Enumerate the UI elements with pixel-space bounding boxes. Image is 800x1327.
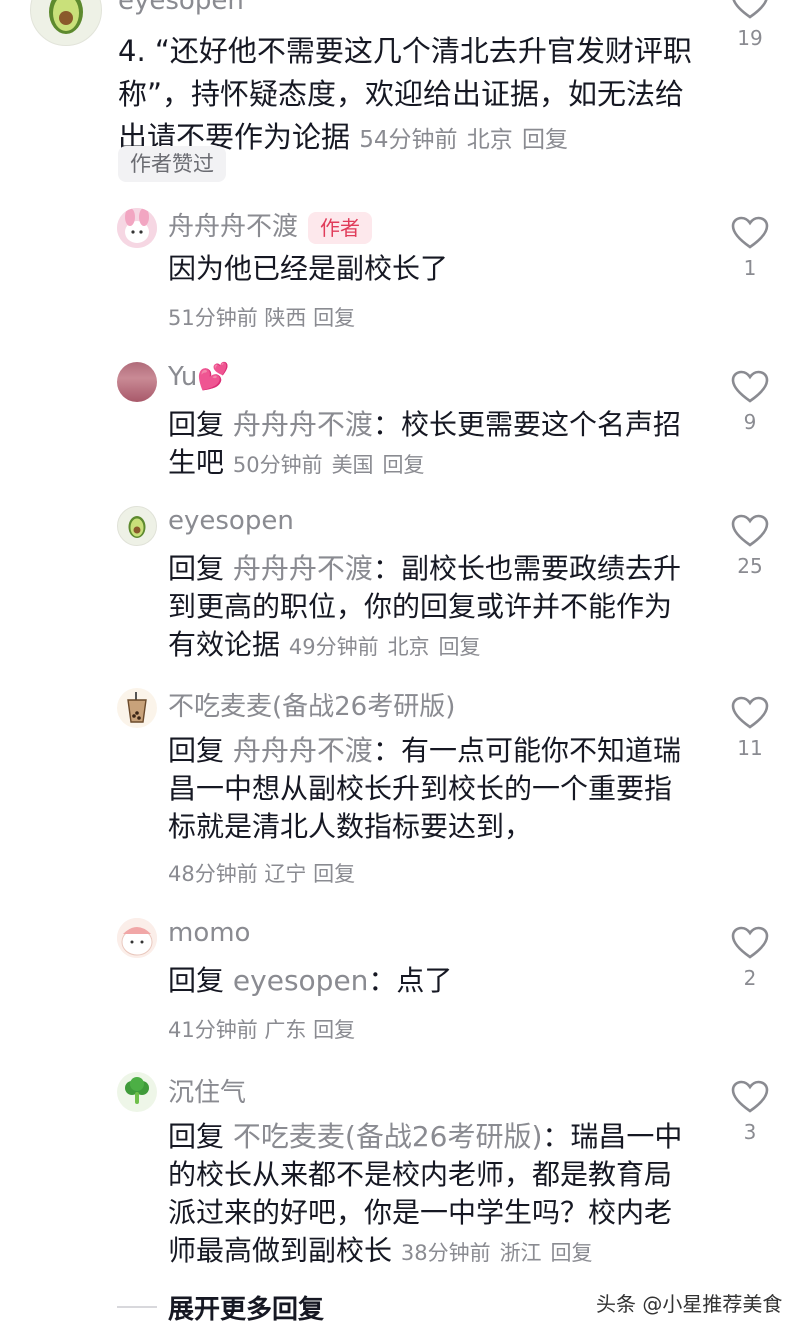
reply-username[interactable]: 舟舟舟不渡 作者 [168,206,373,244]
like-count: 9 [743,410,757,434]
reply-target-user[interactable]: 舟舟舟不渡 [233,552,373,585]
like-count: 1 [743,256,757,280]
reply-time: 38分钟前 [400,1241,491,1265]
expand-more-replies-button[interactable]: 展开更多回复 [168,1289,324,1326]
reply-body: ：点了 [368,964,453,997]
reply-time: 50分钟前 [232,453,323,477]
comment-location: 北京 [466,127,513,153]
divider [117,1306,157,1308]
like-button[interactable]: 9 [720,370,780,434]
heart-icon [731,514,769,547]
reply-time: 49分钟前 [288,635,379,659]
like-count: 25 [737,554,763,578]
reply-text: 回复 不吃麦麦(备战26考研版)：瑞昌一中的校长从来都不是校内老师，都是教育局派… [168,1118,698,1272]
reply-prefix: 回复 [168,552,225,585]
reply-location: 辽宁 [264,862,307,886]
reply-target-user[interactable]: 舟舟舟不渡 [233,408,373,441]
comment-time: 54分钟前 [359,127,458,153]
like-button[interactable]: 2 [720,926,780,990]
reply-location: 美国 [331,453,374,477]
reply-target-user[interactable]: 舟舟舟不渡 [233,734,373,767]
heart-icon [731,1080,769,1113]
reply-meta: 41分钟前 广东 回复 [168,1014,355,1044]
watermark: 头条 @小星推荐美食 [596,1292,783,1316]
heart-icon [731,370,769,403]
reply-button[interactable]: 回复 [313,862,355,886]
reply-prefix: 回复 [168,734,225,767]
reply-location: 陕西 [264,306,307,330]
reply-meta: 51分钟前 陕西 回复 [168,302,355,332]
reply-location: 浙江 [499,1241,542,1265]
reply-button[interactable]: 回复 [522,127,568,153]
reply-meta: 48分钟前 辽宁 回复 [168,858,355,888]
reply-text: 回复 舟舟舟不渡：副校长也需要政绩去升到更高的职位，你的回复或许并不能作为有效论… [168,550,698,666]
reply-text: 回复 舟舟舟不渡：校长更需要这个名声招生吧 50分钟前 美国 回复 [168,406,698,484]
reply-target-user[interactable]: 不吃麦麦(备战26考研版) [233,1120,542,1153]
avatar[interactable] [117,688,157,728]
reply-username[interactable]: momo [168,918,250,948]
like-button[interactable]: 1 [720,216,780,280]
like-count: 19 [737,26,763,50]
like-count: 3 [743,1120,757,1144]
reply-button[interactable]: 回复 [438,635,480,659]
reply-username[interactable]: 不吃麦麦(备战26考研版) [168,686,455,723]
like-button[interactable]: 11 [720,696,780,760]
heart-icon [731,926,769,959]
reply-text: 回复 eyesopen：点了 [168,962,698,1000]
avatar[interactable] [117,208,157,248]
reply-username[interactable]: eyesopen [168,506,294,536]
reply-time: 48分钟前 [168,862,258,886]
reply-username-text[interactable]: 舟舟舟不渡 [168,212,298,242]
avatar[interactable] [30,0,102,46]
author-tag: 作者 [308,211,373,244]
reply-time: 41分钟前 [168,1018,258,1042]
reply-button[interactable]: 回复 [313,306,355,330]
comment-text: 4. “还好他不需要这几个清北去升官发财评职称”，持怀疑态度，欢迎给出证据，如无… [118,30,698,162]
like-button[interactable]: 25 [720,514,780,578]
reply-text: 回复 舟舟舟不渡：有一点可能你不知道瑞昌一中想从副校长升到校长的一个重要指标就是… [168,732,698,846]
reply-button[interactable]: 回复 [550,1241,592,1265]
reply-time: 51分钟前 [168,306,258,330]
reply-prefix: 回复 [168,964,225,997]
avatar[interactable] [117,1072,157,1112]
heart-icon [731,216,769,249]
reply-prefix: 回复 [168,1120,225,1153]
like-count: 2 [743,966,757,990]
avocado-icon [128,516,146,538]
pink-blob-avatar-icon [117,918,157,958]
author-liked-badge: 作者赞过 [118,146,226,182]
like-count: 11 [737,736,763,760]
avocado-icon [49,0,83,34]
avatar[interactable] [117,506,157,546]
like-button[interactable]: 3 [720,1080,780,1144]
melody-avatar-icon [117,208,157,248]
reply-username[interactable]: Yu💕 [168,362,230,392]
reply-button[interactable]: 回复 [382,453,424,477]
reply-location: 北京 [387,635,430,659]
bubble-tea-icon [127,692,147,723]
broccoli-icon [125,1077,149,1104]
comment-thread: eyesopen 4. “还好他不需要这几个清北去升官发财评职称”，持怀疑态度，… [0,0,800,1327]
reply-location: 广东 [264,1018,307,1042]
comment-username[interactable]: eyesopen [118,0,244,16]
heart-icon [731,696,769,729]
avatar[interactable] [117,362,157,402]
like-button[interactable]: 19 [720,0,780,50]
heart-icon [732,0,768,19]
reply-button[interactable]: 回复 [313,1018,355,1042]
reply-target-user[interactable]: eyesopen [233,964,369,997]
reply-text: 因为他已经是副校长了 [168,252,449,285]
reply-prefix: 回复 [168,408,225,441]
reply-username[interactable]: 沉住气 [168,1072,246,1109]
avatar[interactable] [117,918,157,958]
